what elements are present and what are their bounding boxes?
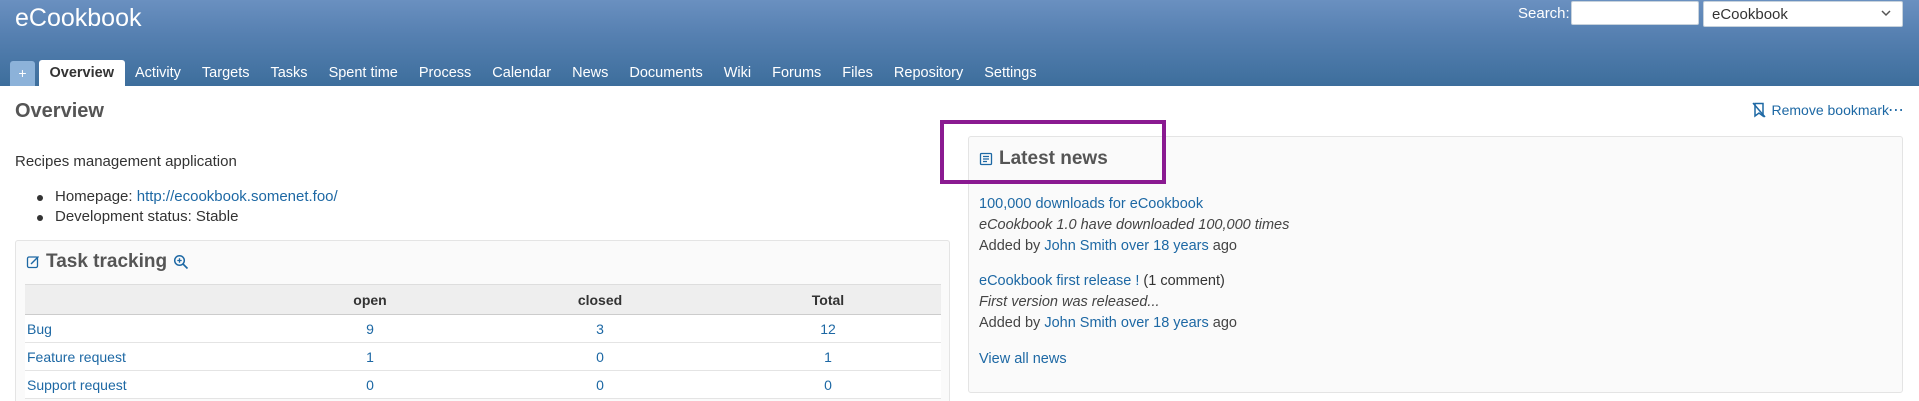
task-icon	[26, 256, 39, 269]
tab-tasks[interactable]: Tasks	[260, 60, 318, 86]
ago-label: ago	[1212, 315, 1237, 331]
tab-calendar[interactable]: Calendar	[482, 60, 562, 86]
closed-count-link[interactable]: 0	[596, 377, 604, 393]
chevron-down-icon	[1881, 10, 1891, 17]
table-header-row: open closed Total	[25, 284, 941, 315]
news-meta: Added by John Smith over 18 years ago	[979, 236, 1289, 257]
status-value: Stable	[195, 208, 239, 225]
column-header-tracker	[25, 284, 255, 315]
app-title[interactable]: eCookbook	[15, 4, 141, 33]
project-jump-select[interactable]: eCookbook	[1703, 1, 1903, 27]
news-comments-count: (1 comment)	[1143, 273, 1225, 289]
task-tracking-table: open closed Total Bug 9 3 12 Feature req…	[25, 284, 941, 399]
news-age-link[interactable]: over 18 years	[1121, 315, 1209, 331]
tab-targets[interactable]: Targets	[191, 60, 260, 86]
open-count-link[interactable]: 1	[366, 349, 374, 365]
added-by-label: Added by	[979, 315, 1041, 331]
main-menu: + Overview Activity Targets Tasks Spent …	[10, 60, 1047, 86]
project-select-value: eCookbook	[1712, 6, 1788, 23]
column-header-closed: closed	[485, 284, 715, 315]
highlight-box	[940, 120, 1166, 184]
tracker-link[interactable]: Feature request	[27, 349, 126, 365]
tab-forums[interactable]: Forums	[762, 60, 832, 86]
table-row: Support request 0 0 0	[25, 370, 941, 399]
news-summary: First version was released...	[979, 294, 1160, 310]
task-tracking-box: Task tracking open closed Total Bug 9 3 …	[15, 240, 950, 401]
remove-bookmark-label[interactable]: Remove bookmark	[1772, 102, 1890, 118]
tab-news[interactable]: News	[562, 60, 619, 86]
search-label: Search:	[1518, 5, 1570, 22]
zoom-in-icon[interactable]	[173, 254, 189, 270]
column-header-total: Total	[715, 284, 941, 315]
news-age-link[interactable]: over 18 years	[1121, 238, 1209, 254]
new-object-button[interactable]: +	[10, 61, 35, 86]
ago-label: ago	[1212, 238, 1237, 254]
search-input[interactable]	[1571, 1, 1699, 25]
remove-bookmark-link[interactable]: Remove bookmark	[1751, 102, 1890, 118]
total-count-link[interactable]: 0	[824, 377, 832, 393]
added-by-label: Added by	[979, 238, 1041, 254]
news-title-link[interactable]: eCookbook first release !	[979, 273, 1139, 289]
top-header: eCookbook Search: eCookbook + Overview A…	[0, 0, 1919, 86]
tracker-link[interactable]: Bug	[27, 321, 52, 337]
author-link[interactable]: John Smith	[1044, 315, 1117, 331]
open-count-link[interactable]: 9	[366, 321, 374, 337]
view-all-news-link[interactable]: View all news	[979, 351, 1067, 367]
homepage-link[interactable]: http://ecookbook.somenet.foo/	[137, 188, 338, 205]
more-actions-button[interactable]: ⋯	[1888, 100, 1905, 120]
author-link[interactable]: John Smith	[1044, 238, 1117, 254]
news-meta: Added by John Smith over 18 years ago	[979, 313, 1237, 334]
page-title: Overview	[15, 100, 104, 122]
news-title-link[interactable]: 100,000 downloads for eCookbook	[979, 196, 1203, 212]
open-count-link[interactable]: 0	[366, 377, 374, 393]
table-row: Feature request 1 0 1	[25, 342, 941, 371]
status-label: Development status:	[55, 208, 192, 225]
tab-activity[interactable]: Activity	[125, 60, 192, 86]
column-header-open: open	[255, 284, 485, 315]
news-item: 100,000 downloads for eCookbook eCookboo…	[979, 194, 1289, 257]
total-count-link[interactable]: 12	[820, 321, 836, 337]
task-tracking-heading: Task tracking	[26, 251, 189, 273]
project-description: Recipes management application	[15, 153, 237, 170]
tab-process[interactable]: Process	[408, 60, 481, 86]
closed-count-link[interactable]: 3	[596, 321, 604, 337]
tab-overview[interactable]: Overview	[39, 60, 125, 86]
tab-wiki[interactable]: Wiki	[713, 60, 761, 86]
news-item: eCookbook first release ! (1 comment) Fi…	[979, 271, 1237, 334]
closed-count-link[interactable]: 0	[596, 349, 604, 365]
news-summary: eCookbook 1.0 have downloaded 100,000 ti…	[979, 217, 1290, 233]
tab-documents[interactable]: Documents	[619, 60, 713, 86]
tracker-link[interactable]: Support request	[27, 377, 127, 393]
bookmark-off-icon	[1751, 102, 1766, 118]
tab-repository[interactable]: Repository	[883, 60, 973, 86]
status-attribute: Development status: Stable	[37, 207, 338, 227]
total-count-link[interactable]: 1	[824, 349, 832, 365]
tab-spent-time[interactable]: Spent time	[318, 60, 408, 86]
task-tracking-title: Task tracking	[46, 251, 168, 272]
table-row: Bug 9 3 12	[25, 314, 941, 343]
project-attributes: Homepage: http://ecookbook.somenet.foo/ …	[37, 187, 338, 227]
tab-settings[interactable]: Settings	[974, 60, 1047, 86]
tab-files[interactable]: Files	[832, 60, 884, 86]
homepage-label: Homepage:	[55, 188, 133, 205]
homepage-attribute: Homepage: http://ecookbook.somenet.foo/	[37, 187, 338, 207]
